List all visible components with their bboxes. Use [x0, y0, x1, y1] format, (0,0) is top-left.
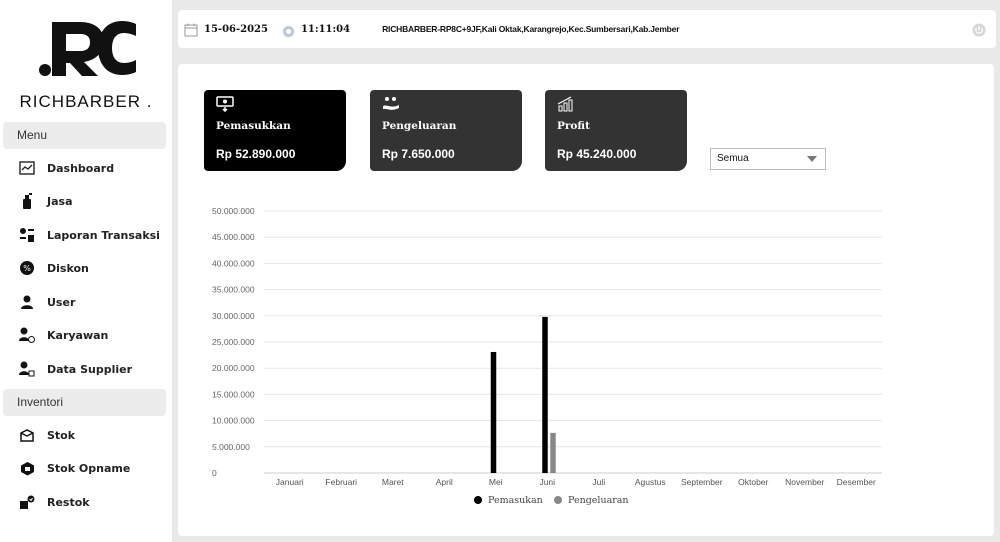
restock-icon — [19, 494, 35, 510]
section-inventori: Inventori — [3, 389, 166, 416]
legend-label: Pengeluaran — [568, 495, 629, 506]
sidebar-item-karyawan[interactable]: Karyawan — [0, 320, 172, 350]
sidebar: RICHBARBER . Menu Dashboard Jasa Laporan… — [0, 0, 172, 542]
user-icon — [19, 294, 35, 310]
bar-pengeluaran-juni — [550, 432, 556, 473]
expense-icon — [382, 96, 400, 112]
card-value: Rp 52.890.000 — [216, 147, 296, 161]
income-icon — [216, 96, 234, 113]
x-tick-label: Februari — [325, 477, 357, 487]
y-tick-label: 25.000.000 — [212, 337, 255, 347]
brand-name: RICHBARBER . — [19, 92, 153, 111]
card-title: Profit — [557, 120, 590, 132]
x-tick-label: Agustus — [635, 477, 666, 487]
spray-bottle-icon — [19, 193, 35, 209]
clock-icon — [282, 23, 295, 37]
legend-swatch — [474, 496, 482, 504]
x-tick-label: Juli — [592, 477, 605, 487]
sidebar-item-dashboard[interactable]: Dashboard — [0, 153, 172, 183]
x-tick-label: November — [785, 477, 824, 487]
sidebar-item-data-supplier[interactable]: Data Supplier — [0, 354, 172, 384]
y-tick-label: 45.000.000 — [212, 232, 255, 242]
sidebar-item-label: Dashboard — [47, 161, 115, 175]
bar-pemasukan-juni — [542, 316, 548, 473]
period-filter-select[interactable]: Semua — [710, 148, 826, 170]
y-tick-label: 30.000.000 — [212, 311, 255, 321]
y-tick-label: 5.000.000 — [212, 442, 250, 452]
stock-opname-icon — [19, 460, 35, 476]
income-card: Pemasukkan Rp 52.890.000 — [204, 90, 346, 171]
current-time: 11:11:04 — [300, 23, 351, 35]
sidebar-item-label: Data Supplier — [47, 362, 132, 376]
sidebar-item-stok[interactable]: Stok — [0, 420, 172, 450]
svg-text:%: % — [23, 264, 31, 273]
store-address: RICHBARBER-RP8C+9JF,Kali Oktak,Karangrej… — [382, 24, 680, 34]
sidebar-item-label: Diskon — [47, 261, 89, 275]
x-tick-label: Maret — [382, 477, 404, 487]
x-tick-label: Januari — [276, 477, 304, 487]
transaction-report-icon — [19, 227, 35, 243]
sidebar-item-label: Stok — [47, 428, 76, 442]
legend-label: Pemasukan — [488, 495, 543, 506]
card-title: Pemasukkan — [216, 120, 291, 132]
sidebar-item-label: Karyawan — [47, 328, 109, 342]
period-filter-value: Semua — [717, 153, 749, 164]
y-tick-label: 10.000.000 — [212, 416, 255, 426]
dashboard-panel: Pemasukkan Rp 52.890.000 Pengeluaran Rp … — [178, 64, 994, 536]
y-tick-label: 20.000.000 — [212, 363, 255, 373]
chevron-down-icon — [807, 156, 817, 162]
x-tick-label: September — [681, 477, 723, 487]
x-tick-label: April — [436, 477, 453, 487]
y-tick-label: 0 — [212, 468, 217, 478]
employee-icon — [19, 327, 35, 343]
expense-card: Pengeluaran Rp 7.650.000 — [370, 90, 522, 171]
logo-mark-icon — [39, 21, 136, 76]
sidebar-item-restok[interactable]: Restok — [0, 487, 172, 517]
card-value: Rp 7.650.000 — [382, 147, 455, 161]
top-bar: 15-06-2025 11:11:04 RICHBARBER-RP8C+9JF,… — [178, 10, 996, 48]
sidebar-item-diskon[interactable]: % Diskon — [0, 253, 172, 283]
profit-card: Profit Rp 45.240.000 — [545, 90, 687, 171]
calendar-icon — [184, 22, 198, 37]
box-icon — [19, 427, 35, 443]
sidebar-item-label: User — [47, 295, 76, 309]
y-tick-label: 40.000.000 — [212, 258, 255, 268]
x-tick-label: Juni — [539, 477, 555, 487]
sidebar-item-user[interactable]: User — [0, 287, 172, 317]
card-value: Rp 45.240.000 — [557, 147, 637, 161]
sidebar-item-label: Stok Opname — [47, 461, 131, 475]
sidebar-item-stok-opname[interactable]: Stok Opname — [0, 453, 172, 483]
monthly-bar-chart: 0 5.000.000 10.000.000 15.000.000 20.000.000… — [212, 206, 882, 506]
power-icon[interactable] — [972, 22, 986, 37]
y-tick-label: 35.000.000 — [212, 285, 255, 295]
card-title: Pengeluaran — [382, 120, 457, 132]
section-menu: Menu — [3, 122, 166, 149]
discount-icon: % — [19, 260, 35, 276]
sidebar-item-laporan-transaksi[interactable]: Laporan Transaksi — [0, 220, 172, 250]
x-tick-label: Oktober — [738, 477, 768, 487]
sidebar-item-label: Restok — [47, 495, 90, 509]
sidebar-item-label: Laporan Transaksi — [47, 228, 160, 242]
current-date: 15-06-2025 — [204, 23, 268, 35]
supplier-icon — [19, 361, 35, 377]
chart-line-icon — [19, 160, 35, 176]
sidebar-item-jasa[interactable]: Jasa — [0, 186, 172, 216]
sidebar-item-label: Jasa — [47, 194, 73, 208]
x-tick-label: Desember — [837, 477, 876, 487]
legend-swatch — [554, 496, 562, 504]
x-tick-label: Mei — [489, 477, 503, 487]
y-tick-label: 50.000.000 — [212, 206, 255, 216]
y-tick-label: 15.000.000 — [212, 389, 255, 399]
bar-pemasukan-mei — [490, 351, 497, 473]
profit-icon — [557, 96, 575, 112]
